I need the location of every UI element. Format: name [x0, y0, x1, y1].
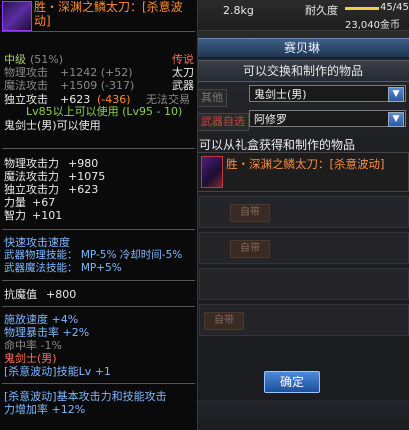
durability-value: 45/45: [380, 2, 409, 13]
mag-atk-value: +1509 (-317): [60, 79, 135, 92]
subclass-select-value: 阿修罗: [254, 113, 287, 126]
item-tooltip: 胜・深渊之鳞太刀：[杀意波动] 中级 (51%) 传说 物理攻击 +1242 (…: [0, 0, 198, 430]
divider: [2, 306, 195, 307]
phys-atk-value: +1242 (+52): [60, 66, 133, 79]
hit-rate: 命中率 -1%: [4, 339, 62, 352]
tab-weapon-choice[interactable]: 武器自选: [197, 113, 249, 131]
katana-icon: [201, 156, 223, 188]
divider: [2, 383, 195, 384]
class-tag: 鬼剑士(男): [4, 352, 57, 365]
stat-value: +980: [68, 157, 99, 170]
item-category: 武器: [172, 79, 194, 92]
window-title: 赛贝琳: [195, 38, 409, 58]
bottom-panel: [195, 400, 409, 430]
stat-label: 力量: [4, 196, 26, 209]
mag-atk-label: 魔法攻击: [4, 79, 48, 92]
skill-bonus-line2: 力增加率 +12%: [4, 403, 86, 416]
stat-value: +623: [68, 183, 99, 196]
rarity-text: 传说: [172, 53, 194, 66]
ghost-button[interactable]: 自带: [204, 312, 244, 330]
source-label: 可以从礼盒获得和制作的物品: [199, 138, 356, 152]
weight-text: 2.8kg: [223, 4, 254, 17]
skill-level: [杀意波动]技能Lv +1: [4, 365, 111, 378]
phys-crit: 物理暴击率 +2%: [4, 326, 90, 339]
divider: [2, 229, 195, 230]
craft-item-name: 胜・深渊之鳞太刀：[杀意波动]: [226, 157, 385, 171]
stat-label: 物理攻击力: [4, 157, 59, 170]
class-select-value: 鬼剑士(男): [254, 88, 307, 101]
durability-bar: [345, 7, 379, 10]
weapon-mag-skill: 武器魔法技能： MP+5%: [4, 262, 122, 274]
divider: [2, 280, 195, 281]
top-status-bar: 2.8kg 耐久度 45/45 23,040金币: [195, 0, 409, 31]
ghost-button[interactable]: 自带: [230, 204, 270, 222]
grade-text: 中级: [4, 53, 26, 66]
durability-label: 耐久度: [305, 4, 338, 17]
list-item[interactable]: [199, 268, 409, 300]
resist-label: 抗魔值: [4, 288, 37, 301]
tab-exchangeable-items[interactable]: 可以交换和制作的物品: [195, 60, 409, 82]
divider: [2, 148, 195, 149]
level-requirement: Lv85以上可以使用 (Lv95 - 10): [26, 105, 183, 118]
stat-label: 魔法攻击力: [4, 170, 59, 183]
phys-atk-label: 物理攻击: [4, 66, 48, 79]
class-requirement: 鬼剑士(男)可以使用: [4, 119, 101, 132]
gold-amount: 23,040金币: [345, 20, 400, 31]
grade-percent: (51%): [30, 53, 64, 66]
list-item[interactable]: 自带: [199, 196, 409, 228]
list-item[interactable]: 自带: [199, 304, 409, 336]
class-select[interactable]: 鬼剑士(男) ▼: [249, 85, 406, 102]
ghost-button[interactable]: 自带: [230, 240, 270, 258]
stat-value: +101: [32, 209, 63, 222]
craft-item-row[interactable]: 胜・深渊之鳞太刀：[杀意波动]: [197, 152, 409, 192]
fast-attack-speed: 快速攻击速度: [4, 236, 70, 249]
cast-speed: 施放速度 +4%: [4, 313, 79, 326]
tab-other[interactable]: 其他: [197, 89, 227, 107]
stat-value: +67: [32, 196, 56, 209]
weapon-type: 太刀: [172, 66, 194, 79]
subclass-select[interactable]: 阿修罗 ▼: [249, 110, 406, 127]
confirm-button[interactable]: 确定: [264, 371, 320, 393]
list-item[interactable]: 自带: [199, 232, 409, 264]
skill-bonus-line1: [杀意波动]基本攻击力和技能攻击: [4, 390, 167, 403]
divider: [2, 31, 195, 32]
resist-value: +800: [46, 288, 77, 301]
katana-icon: [2, 1, 32, 31]
stat-label: 独立攻击力: [4, 183, 59, 196]
weapon-phys-skill: 武器物理技能： MP-5% 冷却时间-5%: [4, 249, 183, 261]
stat-label: 智力: [4, 209, 26, 222]
stat-value: +1075: [68, 170, 106, 183]
tooltip-item-name: 胜・深渊之鳞太刀：[杀意波动]: [34, 0, 183, 28]
chevron-down-icon[interactable]: ▼: [388, 87, 404, 102]
chevron-down-icon[interactable]: ▼: [388, 112, 404, 127]
